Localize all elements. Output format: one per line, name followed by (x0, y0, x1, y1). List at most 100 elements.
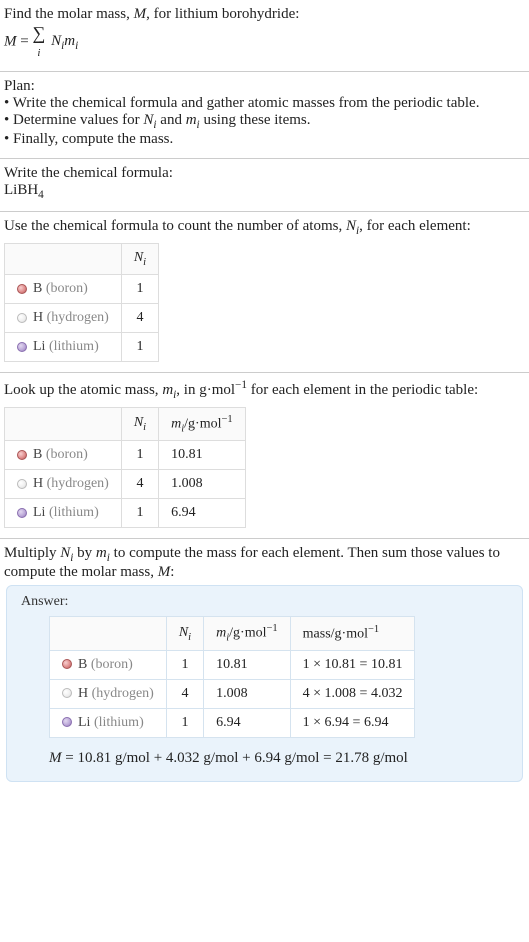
hdr-N: N (179, 625, 188, 640)
table-row: Ni (5, 244, 159, 275)
boron-dot-icon (17, 450, 27, 460)
elem-name: (lithium) (49, 505, 99, 520)
hdr-N: N (134, 415, 143, 430)
table-header-m: mi/g·mol−1 (159, 407, 246, 440)
mass-val: 10.81 (204, 650, 291, 679)
count-val: 1 (121, 499, 158, 528)
eq-N: N (51, 33, 61, 49)
intro-equation: M = ∑i Nimi (4, 23, 525, 61)
count-val: 1 (121, 274, 158, 303)
element-cell: H (hydrogen) (50, 679, 167, 708)
table-row: H (hydrogen) 4 1.008 (5, 470, 246, 499)
table-row: Li (lithium) 1 (5, 332, 159, 361)
final-equation: M = 10.81 g/mol + 4.032 g/mol + 6.94 g/m… (49, 750, 512, 767)
table-row: H (hydrogen) 4 1.008 4 × 1.008 = 4.032 (50, 679, 415, 708)
elem-sym: B (33, 447, 42, 462)
elem-sym: Li (33, 339, 45, 354)
table-header-N: Ni (121, 244, 158, 275)
element-cell: Li (lithium) (5, 499, 122, 528)
count-N: N (346, 218, 356, 234)
table-row: Li (lithium) 1 6.94 1 × 6.94 = 6.94 (50, 708, 415, 737)
hdr-unit: /g·mol (184, 416, 221, 431)
hdr-mass-exp: −1 (368, 624, 379, 635)
mult-N: N (60, 545, 70, 561)
answer-inner: Ni mi/g·mol−1 mass/g·mol−1 B (boron) 1 1… (21, 616, 512, 766)
table-header-blank (5, 407, 122, 440)
table-row: B (boron) 1 10.81 1 × 10.81 = 10.81 (50, 650, 415, 679)
elem-name: (lithium) (94, 715, 144, 730)
hydrogen-dot-icon (62, 688, 72, 698)
plan-bullet-1: • Write the chemical formula and gather … (4, 95, 525, 112)
element-cell: Li (lithium) (50, 708, 167, 737)
sum-sub: i (37, 47, 40, 59)
mass-m: m (162, 382, 173, 398)
elem-name: (hydrogen) (47, 310, 109, 325)
elem-name: (hydrogen) (47, 476, 109, 491)
formula-section: Write the chemical formula: LiBH4 (0, 159, 529, 212)
product-val: 1 × 6.94 = 6.94 (290, 708, 415, 737)
mult-M: M (158, 564, 171, 580)
plan-title: Plan: (4, 78, 525, 95)
final-M: M (49, 750, 62, 766)
table-header-m: mi/g·mol−1 (204, 617, 291, 650)
table-row: B (boron) 1 (5, 274, 159, 303)
mult-m: m (96, 545, 107, 561)
element-cell: Li (lithium) (5, 332, 122, 361)
boron-dot-icon (17, 284, 27, 294)
elem-name: (hydrogen) (92, 686, 154, 701)
intro-section: Find the molar mass, M, for lithium boro… (0, 0, 529, 72)
elem-name: (boron) (91, 657, 133, 672)
table-header-blank (5, 244, 122, 275)
multiply-text: Multiply Ni by mi to compute the mass fo… (4, 545, 525, 581)
table-header-mass: mass/g·mol−1 (290, 617, 415, 650)
elem-sym: B (33, 281, 42, 296)
chemical-formula: LiBH4 (4, 182, 525, 201)
table-header-N: Ni (166, 617, 203, 650)
mass-text-b: , in g·mol (176, 382, 235, 398)
eq-m: m (64, 33, 75, 49)
mass-val: 10.81 (159, 441, 246, 470)
eq-sum: ∑i (32, 23, 45, 61)
hdr-unit: /g·mol (229, 626, 266, 641)
elem-sym: H (33, 476, 43, 491)
mass-table: Ni mi/g·mol−1 B (boron) 1 10.81 H (hydro… (4, 407, 246, 528)
formula-main: LiBH (4, 182, 38, 198)
table-row: B (boron) 1 10.81 (5, 441, 246, 470)
elem-sym: Li (33, 505, 45, 520)
mass-val: 1.008 (159, 470, 246, 499)
multiply-section: Multiply Ni by mi to compute the mass fo… (0, 539, 529, 801)
elem-sym: H (78, 686, 88, 701)
elem-sym: B (78, 657, 87, 672)
element-cell: B (boron) (5, 441, 122, 470)
elem-name: (lithium) (49, 339, 99, 354)
count-val: 1 (121, 441, 158, 470)
table-row: Ni mi/g·mol−1 mass/g·mol−1 (50, 617, 415, 650)
table-row: Li (lithium) 1 6.94 (5, 499, 246, 528)
table-row: H (hydrogen) 4 (5, 303, 159, 332)
final-text: = 10.81 g/mol + 4.032 g/mol + 6.94 g/mol… (62, 750, 408, 766)
mass-val: 1.008 (204, 679, 291, 708)
hdr-N: N (134, 250, 143, 265)
eq-M: M (4, 33, 17, 49)
count-text-a: Use the chemical formula to count the nu… (4, 218, 346, 234)
count-val: 4 (121, 303, 158, 332)
intro-text-2: , for lithium borohydride: (146, 6, 299, 22)
hdr-mass: mass/g·mol (303, 627, 368, 642)
mult-a: Multiply (4, 545, 60, 561)
element-cell: B (boron) (50, 650, 167, 679)
element-cell: B (boron) (5, 274, 122, 303)
mass-text-a: Look up the atomic mass, (4, 382, 162, 398)
elem-name: (boron) (46, 281, 88, 296)
mass-text-c: for each element in the periodic table: (247, 382, 478, 398)
boron-dot-icon (62, 659, 72, 669)
mass-section: Look up the atomic mass, mi, in g·mol−1 … (0, 373, 529, 539)
count-val: 4 (166, 679, 203, 708)
count-val: 1 (166, 650, 203, 679)
eq-Ni: Ni (51, 33, 64, 49)
lithium-dot-icon (17, 508, 27, 518)
sum-symbol: ∑ (32, 23, 45, 43)
elem-name: (boron) (46, 447, 88, 462)
hydrogen-dot-icon (17, 479, 27, 489)
hdr-unit-exp: −1 (266, 623, 277, 634)
count-section: Use the chemical formula to count the nu… (0, 212, 529, 373)
